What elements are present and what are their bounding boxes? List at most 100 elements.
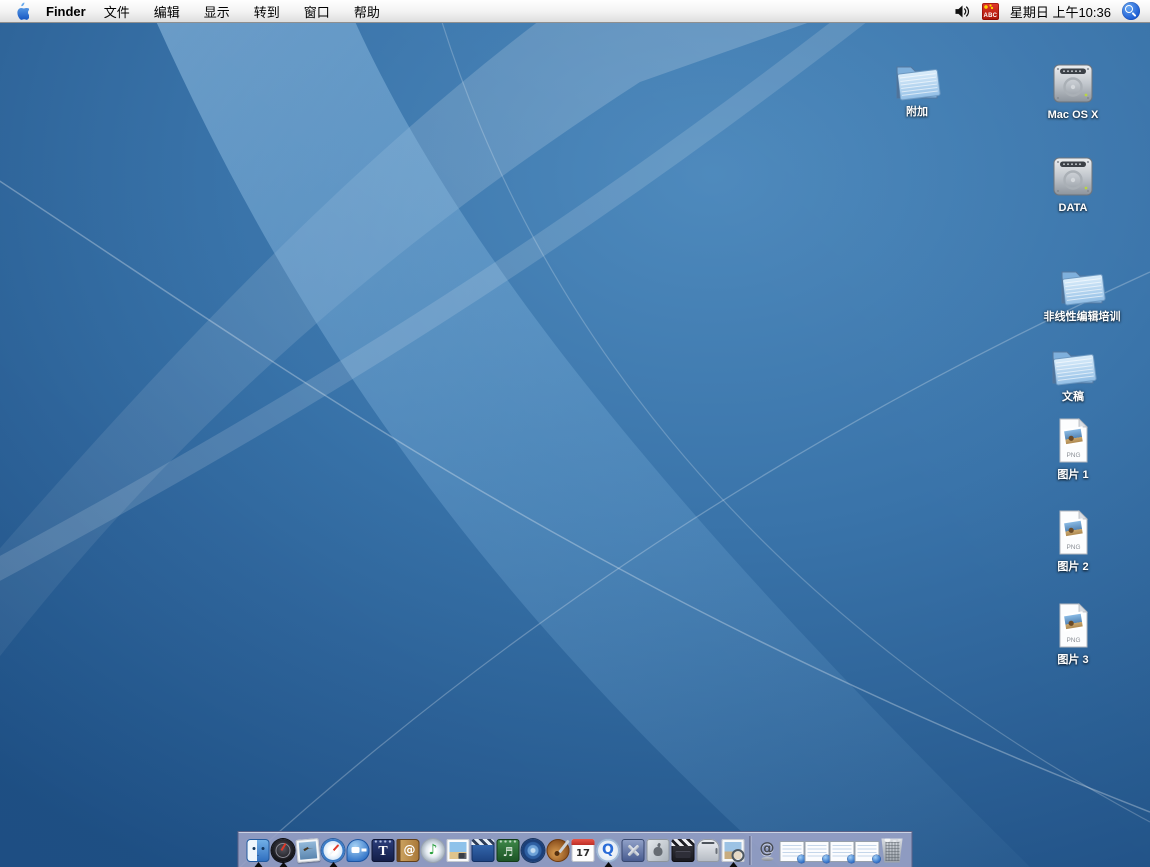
ical-glyph: 17: [572, 839, 595, 862]
apple-icon: [14, 2, 29, 20]
trash-icon[interactable]: [880, 836, 905, 865]
itunes-app-icon: ♪: [422, 839, 445, 862]
url-app-icon: @: [756, 839, 779, 862]
photo-viewer-app-icon: [296, 838, 321, 863]
svg-text:PNG: PNG: [1066, 544, 1080, 551]
desktop-icon-label: 图片 2: [1057, 558, 1088, 574]
minwin-app-icon: [830, 841, 855, 862]
desktop-icon-label: DATA: [1059, 202, 1088, 214]
livetype-glyph: T: [372, 839, 395, 862]
input-method-flag-icon[interactable]: ABC: [982, 3, 999, 20]
garageband-app-icon: [547, 839, 570, 862]
dock-addressbook-icon[interactable]: @: [396, 836, 421, 865]
menubar-menu-item[interactable]: 显示: [192, 2, 242, 21]
dock-quicktime-icon[interactable]: Q: [596, 836, 621, 865]
active-app-menu[interactable]: Finder: [46, 4, 86, 19]
desktop-icon-drive[interactable]: DATA: [1008, 153, 1138, 214]
dock-safari-icon[interactable]: [321, 836, 346, 865]
dock-itunes-icon[interactable]: ♪: [421, 836, 446, 865]
ical-app-icon: 17: [572, 839, 595, 862]
quicktime-app-icon: Q: [597, 839, 620, 862]
desktop-icon-label: Mac OS X: [1048, 109, 1099, 121]
addressbook-glyph: @: [397, 839, 420, 862]
final-cut-app-icon: [672, 839, 695, 862]
dock-finder-icon[interactable]: [246, 836, 271, 865]
minwin-app-icon: [780, 841, 805, 862]
dock-apple-plate-icon[interactable]: [646, 836, 671, 865]
minwin-app-icon: [855, 841, 880, 862]
apple-menu-icon[interactable]: [14, 2, 30, 20]
ichat-app-icon: [347, 839, 370, 862]
livetype-app-icon: T: [372, 839, 395, 862]
dock-final-cut-icon[interactable]: [671, 836, 696, 865]
apple-plate-app-icon: [647, 839, 670, 862]
desktop-icon-folder[interactable]: 非线性编辑培训: [1017, 263, 1147, 324]
desktop-wallpaper: [0, 22, 1150, 867]
dock-idvd-icon[interactable]: [521, 836, 546, 865]
imovie-app-icon: [472, 839, 495, 862]
quicktime-glyph: Q: [597, 839, 620, 862]
dock-livetype-icon[interactable]: T: [371, 836, 396, 865]
svg-text:PNG: PNG: [1066, 452, 1080, 459]
desktop-icon-label: 图片 3: [1057, 651, 1088, 667]
idvd-app-icon: [522, 839, 545, 862]
dashboard-app-icon: [272, 839, 295, 862]
dock-dashboard-icon[interactable]: [271, 836, 296, 865]
menubar-menu-item[interactable]: 转到: [242, 2, 292, 21]
desktop[interactable]: 附加 Mac OS X DATA 非线性编辑培训: [0, 22, 1150, 867]
dock-imovie-icon[interactable]: [471, 836, 496, 865]
soundtrack-glyph: ♬: [497, 839, 520, 862]
speaker-icon: [954, 4, 971, 19]
desktop-icon-label: 非线性编辑培训: [1044, 308, 1121, 324]
dock-iphoto-icon[interactable]: [446, 836, 471, 865]
menubar-menu-item[interactable]: 窗口: [292, 2, 342, 21]
dock-photo-viewer-icon[interactable]: [296, 836, 321, 865]
dock-installer-icon[interactable]: [621, 836, 646, 865]
itunes-glyph: ♪: [422, 839, 445, 862]
dock-documents: @: [755, 836, 905, 865]
desktop-icon-png[interactable]: PNG 图片 3: [1008, 602, 1138, 667]
menubar-menu-item[interactable]: 编辑: [142, 2, 192, 21]
dock-soundtrack-icon[interactable]: ♬: [496, 836, 521, 865]
safari-app-icon: [322, 839, 345, 862]
dock: T@♪♬17Q @: [238, 831, 913, 867]
addressbook-app-icon: @: [397, 839, 420, 862]
menubar-menu-item[interactable]: 帮助: [342, 2, 392, 21]
menubar-menu-item[interactable]: 文件: [92, 2, 142, 21]
dock-ichat-icon[interactable]: [346, 836, 371, 865]
iphoto-app-icon: [447, 839, 470, 862]
desktop-icon-png[interactable]: PNG 图片 2: [1008, 509, 1138, 574]
menu-bar-left: Finder 文件编辑显示转到窗口帮助: [0, 2, 392, 21]
minimized-window[interactable]: [830, 836, 855, 865]
dock-apps: T@♪ ♬ 17Q: [246, 836, 746, 865]
menubar-menus: 文件编辑显示转到窗口帮助: [92, 2, 392, 21]
installer-app-icon: [622, 839, 645, 862]
desktop-icon-folder[interactable]: 文稿: [1008, 343, 1138, 404]
menu-bar-clock[interactable]: 星期日 上午10:36: [1010, 2, 1111, 21]
desktop-icon-folder[interactable]: 附加: [852, 58, 982, 119]
toast-app-icon: [697, 839, 720, 862]
dock-garageband-icon[interactable]: [546, 836, 571, 865]
minimized-window[interactable]: [780, 836, 805, 865]
preview-app-icon: [722, 839, 745, 862]
minimized-window[interactable]: [855, 836, 880, 865]
minimized-window[interactable]: [805, 836, 830, 865]
desktop-icon-label: 文稿: [1062, 388, 1084, 404]
dock-url-icon[interactable]: @: [755, 836, 780, 865]
dock-separator: [750, 836, 751, 865]
spotlight-icon[interactable]: [1122, 2, 1140, 20]
desktop-icon-label: 图片 1: [1057, 466, 1088, 482]
input-method-label: ABC: [984, 12, 998, 20]
desktop-icon-png[interactable]: PNG 图片 1: [1008, 417, 1138, 482]
dock-ical-icon[interactable]: 17: [571, 836, 596, 865]
dock-toast-icon[interactable]: [696, 836, 721, 865]
finder-app-icon: [247, 839, 270, 862]
minwin-app-icon: [805, 841, 830, 862]
desktop-icon-drive[interactable]: Mac OS X: [1008, 60, 1138, 121]
svg-text:PNG: PNG: [1066, 637, 1080, 644]
desktop-icon-label: 附加: [906, 103, 928, 119]
menu-bar: Finder 文件编辑显示转到窗口帮助 ABC 星期日 上午10:36: [0, 0, 1150, 23]
url-glyph: @: [756, 839, 779, 862]
volume-icon[interactable]: [954, 3, 971, 19]
dock-preview-icon[interactable]: [721, 836, 746, 865]
